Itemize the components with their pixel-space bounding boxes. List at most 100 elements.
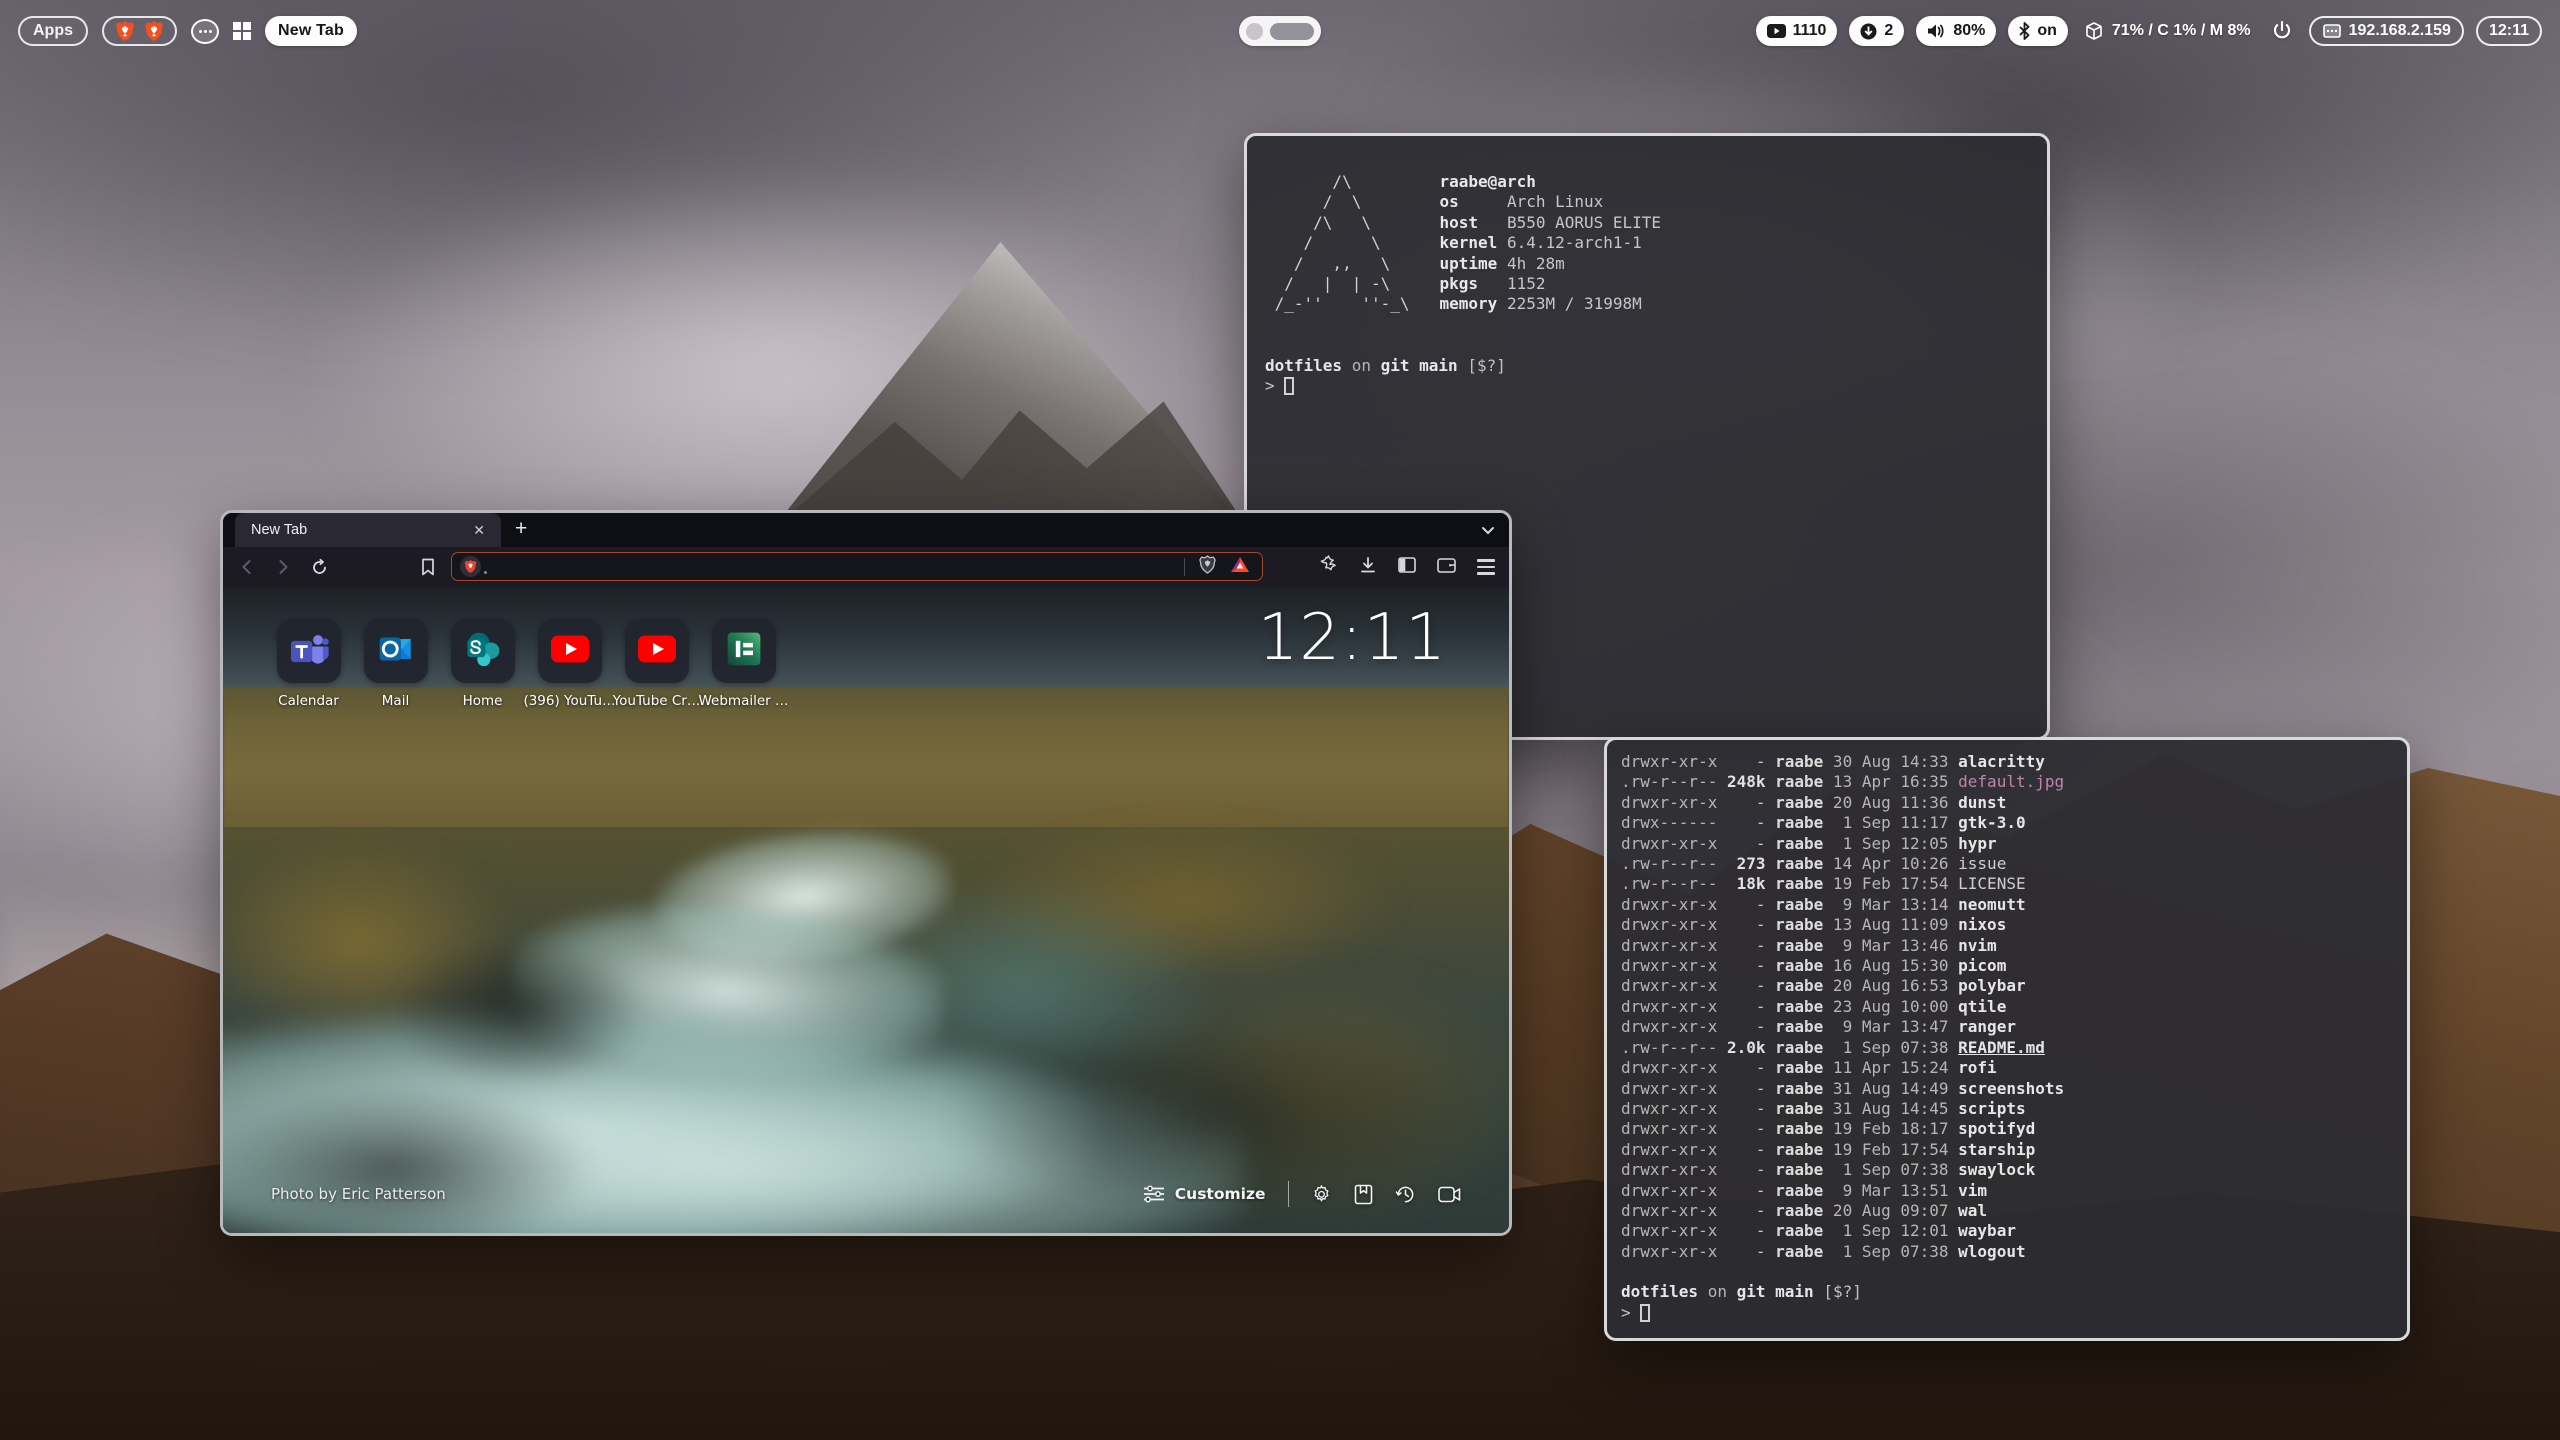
- file-name: vim: [1958, 1181, 1987, 1200]
- file-row: .rw-r--r-- 2.0k raabe 1 Sep 07:38 README…: [1621, 1038, 2393, 1058]
- customize-button[interactable]: Customize: [1143, 1185, 1266, 1203]
- search-engine-badge[interactable]: [460, 556, 481, 577]
- sliders-icon: [1143, 1185, 1165, 1203]
- fetch-row: pkgs 1152: [1440, 274, 1662, 294]
- brave-icon: [144, 20, 164, 42]
- updates-widget[interactable]: 2: [1849, 16, 1904, 46]
- downloads-button[interactable]: [1359, 556, 1377, 579]
- leo-ai-button[interactable]: [1319, 555, 1338, 579]
- file-name: dunst: [1958, 793, 2006, 812]
- file-row: .rw-r--r-- 18k raabe 19 Feb 17:54 LICENS…: [1621, 874, 2393, 894]
- apps-button[interactable]: Apps: [18, 16, 88, 46]
- arch-ascii-logo: /\ / \ /\ \ / \ / ,, \ / | | -\ /_-'' ''…: [1265, 172, 1410, 315]
- file-name: wlogout: [1958, 1242, 2025, 1261]
- terminal-cursor: [1284, 377, 1294, 395]
- volume-widget[interactable]: 80%: [1916, 16, 1996, 46]
- brave-talk-button[interactable]: [1438, 1186, 1461, 1203]
- file-row: drwxr-xr-x - raabe 9 Mar 13:47 ranger: [1621, 1017, 2393, 1037]
- tab-close-button[interactable]: ✕: [469, 520, 489, 541]
- file-row: drwxr-xr-x - raabe 19 Feb 18:17 spotifyd: [1621, 1119, 2393, 1139]
- shell-prompt: dotfiles on git main [$?]: [1621, 1282, 2393, 1302]
- shortcut-tile[interactable]: Home: [439, 619, 526, 709]
- fetch-user-host: raabe@arch: [1440, 172, 1662, 192]
- file-row: drwxr-xr-x - raabe 20 Aug 09:07 wal: [1621, 1201, 2393, 1221]
- file-row: drwxr-xr-x - raabe 20 Aug 16:53 polybar: [1621, 976, 2393, 996]
- active-window-title[interactable]: New Tab: [265, 16, 357, 46]
- wallet-button[interactable]: [1437, 557, 1456, 578]
- brave-shields-button[interactable]: [1199, 555, 1216, 579]
- fetch-row: kernel 6.4.12-arch1-1: [1440, 233, 1662, 253]
- shortcut-tile[interactable]: Mail: [352, 619, 439, 709]
- file-name: picom: [1958, 956, 2006, 975]
- bluetooth-widget[interactable]: on: [2008, 16, 2068, 46]
- file-name: rofi: [1958, 1058, 1997, 1077]
- settings-button[interactable]: [1311, 1184, 1332, 1205]
- file-row: .rw-r--r-- 273 raabe 14 Apr 10:26 issue: [1621, 854, 2393, 874]
- clock-value: 12:11: [2489, 22, 2529, 40]
- file-name: README.md: [1958, 1038, 2045, 1057]
- system-stats-widget[interactable]: 71% / C 1% / M 8%: [2084, 21, 2251, 41]
- bookmarks-button[interactable]: [421, 558, 435, 576]
- fetch-row: uptime 4h 28m: [1440, 254, 1662, 274]
- server-icon: [2322, 23, 2342, 39]
- tab-list-chevron-icon[interactable]: [1481, 522, 1495, 540]
- workspace-active[interactable]: [1270, 23, 1314, 40]
- file-name: neomutt: [1958, 895, 2025, 914]
- file-name: hypr: [1958, 834, 1997, 853]
- tab-title: New Tab: [251, 522, 469, 538]
- shortcut-label: Home: [463, 693, 503, 709]
- menu-button[interactable]: [1477, 559, 1495, 574]
- terminal-files-window[interactable]: drwxr-xr-x - raabe 30 Aug 14:33 alacritt…: [1604, 737, 2410, 1341]
- shortcut-label: Webmailer …: [699, 693, 789, 709]
- photo-credit: Photo by Eric Patterson: [271, 1185, 446, 1203]
- snow-mountain: [770, 242, 1250, 532]
- updates-icon: [1860, 23, 1877, 40]
- file-row: .rw-r--r-- 248k raabe 13 Apr 16:35 defau…: [1621, 772, 2393, 792]
- file-row: drwxr-xr-x - raabe 16 Aug 15:30 picom: [1621, 956, 2393, 976]
- ip-address: 192.168.2.159: [2349, 22, 2451, 40]
- nav-bar: [223, 547, 1509, 587]
- tab-new-tab[interactable]: New Tab ✕: [235, 513, 501, 547]
- file-name: gtk-3.0: [1958, 813, 2025, 832]
- chat-launcher[interactable]: [191, 19, 219, 44]
- power-icon: [2271, 20, 2293, 42]
- stats-value: 71% / C 1% / M 8%: [2112, 22, 2251, 40]
- updates-count: 2: [1884, 22, 1893, 40]
- brave-shield-icon: [464, 559, 477, 574]
- new-tab-button[interactable]: +: [501, 511, 541, 547]
- sidebar-button[interactable]: [1398, 557, 1416, 578]
- clock-widget[interactable]: 12:11: [2476, 16, 2542, 46]
- reload-button[interactable]: [305, 553, 333, 581]
- windows-logo-icon: [233, 22, 251, 40]
- history-button[interactable]: [1395, 1184, 1416, 1205]
- shortcut-tile[interactable]: Calendar: [265, 619, 352, 709]
- file-name: wal: [1958, 1201, 1987, 1220]
- file-name: waybar: [1958, 1221, 2016, 1240]
- brave-rewards-button[interactable]: [1230, 556, 1250, 578]
- brave-launcher[interactable]: [102, 16, 177, 46]
- back-button[interactable]: [233, 553, 261, 581]
- workspace-inactive[interactable]: [1246, 23, 1263, 40]
- fetch-output: /\ / \ /\ \ / \ / ,, \ / | | -\ /_-'' ''…: [1265, 172, 2029, 315]
- file-name: qtile: [1958, 997, 2006, 1016]
- shortcut-tile[interactable]: YouTube Cr…: [613, 619, 700, 709]
- package-icon: [2084, 21, 2104, 41]
- file-name: ranger: [1958, 1017, 2016, 1036]
- file-name: starship: [1958, 1140, 2035, 1159]
- file-name: alacritty: [1958, 752, 2045, 771]
- shortcut-tile[interactable]: (396) YouTu…: [526, 619, 613, 709]
- fetch-row: os Arch Linux: [1440, 192, 1662, 212]
- bookmarks-panel-button[interactable]: [1354, 1184, 1373, 1205]
- youtube-icon: [637, 634, 677, 669]
- power-button[interactable]: [2271, 20, 2293, 42]
- brave-icon: [115, 20, 135, 42]
- youtube-widget[interactable]: 1110: [1756, 16, 1838, 46]
- forward-button[interactable]: [269, 553, 297, 581]
- network-widget[interactable]: 192.168.2.159: [2309, 16, 2464, 46]
- windows-launcher[interactable]: [233, 22, 251, 40]
- url-bar[interactable]: [451, 552, 1263, 581]
- workspace-switcher[interactable]: [1239, 16, 1321, 46]
- shortcut-tile[interactable]: Webmailer …: [700, 619, 787, 709]
- file-row: drwxr-xr-x - raabe 1 Sep 12:01 waybar: [1621, 1221, 2393, 1241]
- file-row: drwxr-xr-x - raabe 9 Mar 13:46 nvim: [1621, 936, 2393, 956]
